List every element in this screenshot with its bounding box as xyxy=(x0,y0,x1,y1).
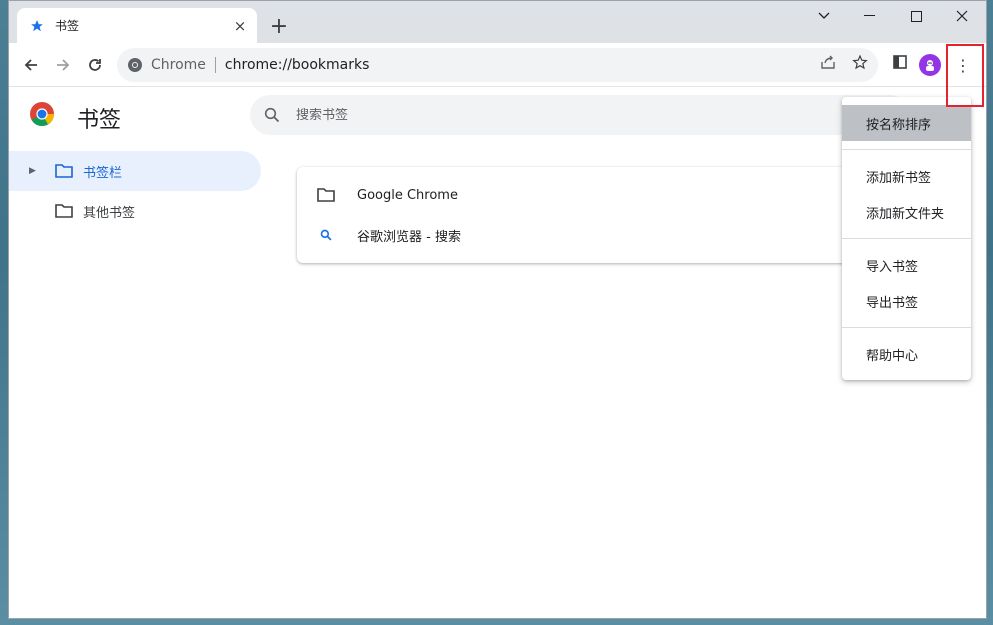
menu-item-help-center[interactable]: 帮助中心 xyxy=(842,336,971,372)
bookmark-list: Google Chrome 谷歌浏览器 - 搜索 xyxy=(297,167,867,263)
expand-arrow-icon[interactable]: ▶ xyxy=(29,166,39,176)
address-bar[interactable]: Chrome chrome://bookmarks xyxy=(117,48,878,82)
sidebar-item-label: 书签栏 xyxy=(83,165,123,181)
list-item-label: Google Chrome xyxy=(357,187,458,203)
browser-window: 书签 × + Chrome chrome://bookmarks ⋮ 书签 搜索… xyxy=(8,0,987,619)
forward-icon[interactable] xyxy=(49,51,77,79)
folder-icon xyxy=(317,186,335,204)
list-item-label: 谷歌浏览器 - 搜索 xyxy=(357,229,461,245)
close-icon[interactable] xyxy=(939,1,985,31)
side-panel-icon[interactable] xyxy=(889,51,911,73)
menu-item-sort-by-name[interactable]: 按名称排序 xyxy=(842,105,971,141)
tab-title: 书签 xyxy=(55,19,80,33)
sidebar-item-label: 其他书签 xyxy=(83,205,136,221)
search-input[interactable] xyxy=(296,107,796,123)
star-icon xyxy=(29,18,45,34)
maximize-icon[interactable] xyxy=(893,1,939,31)
menu-item-import-bookmarks[interactable]: 导入书签 xyxy=(842,247,971,283)
list-item[interactable]: Google Chrome xyxy=(297,175,867,215)
organize-menu: 按名称排序 添加新书签 添加新文件夹 导入书签 导出书签 帮助中心 xyxy=(842,97,971,380)
tab-close-icon[interactable]: × xyxy=(231,17,249,35)
divider xyxy=(214,57,216,73)
tab-strip: 书签 × + xyxy=(9,1,986,43)
folder-icon xyxy=(55,203,75,219)
search-icon xyxy=(264,107,280,123)
back-icon[interactable] xyxy=(17,51,45,79)
list-item[interactable]: 谷歌浏览器 - 搜索 xyxy=(297,215,867,255)
bookmark-search[interactable] xyxy=(250,95,910,135)
site-label: Chrome xyxy=(151,57,206,73)
menu-divider xyxy=(842,327,971,328)
sidebar-item-bookmarks-bar[interactable]: ▶ 书签栏 xyxy=(9,151,261,191)
new-tab-button[interactable]: + xyxy=(267,15,291,39)
sidebar-item-other-bookmarks[interactable]: 其他书签 xyxy=(9,191,261,231)
chrome-icon xyxy=(127,57,143,73)
minimize-icon[interactable] xyxy=(847,1,893,31)
tab-bookmarks[interactable]: 书签 × xyxy=(17,8,257,43)
profile-avatar[interactable] xyxy=(919,54,941,76)
share-icon[interactable] xyxy=(817,51,839,73)
search-icon xyxy=(317,226,335,244)
page-title: 书签 xyxy=(77,108,122,133)
menu-item-add-bookmark[interactable]: 添加新书签 xyxy=(842,158,971,194)
toolbar: Chrome chrome://bookmarks ⋮ xyxy=(9,43,986,87)
chevron-down-icon[interactable] xyxy=(801,1,847,31)
bookmark-star-icon[interactable] xyxy=(849,51,871,73)
menu-icon[interactable]: ⋮ xyxy=(951,51,975,79)
menu-item-add-folder[interactable]: 添加新文件夹 xyxy=(842,194,971,230)
menu-divider xyxy=(842,238,971,239)
url-text[interactable]: chrome://bookmarks xyxy=(225,57,369,73)
folder-icon xyxy=(55,163,75,179)
menu-divider xyxy=(842,149,971,150)
reload-icon[interactable] xyxy=(81,51,109,79)
chrome-logo-icon xyxy=(29,101,55,127)
menu-item-export-bookmarks[interactable]: 导出书签 xyxy=(842,283,971,319)
